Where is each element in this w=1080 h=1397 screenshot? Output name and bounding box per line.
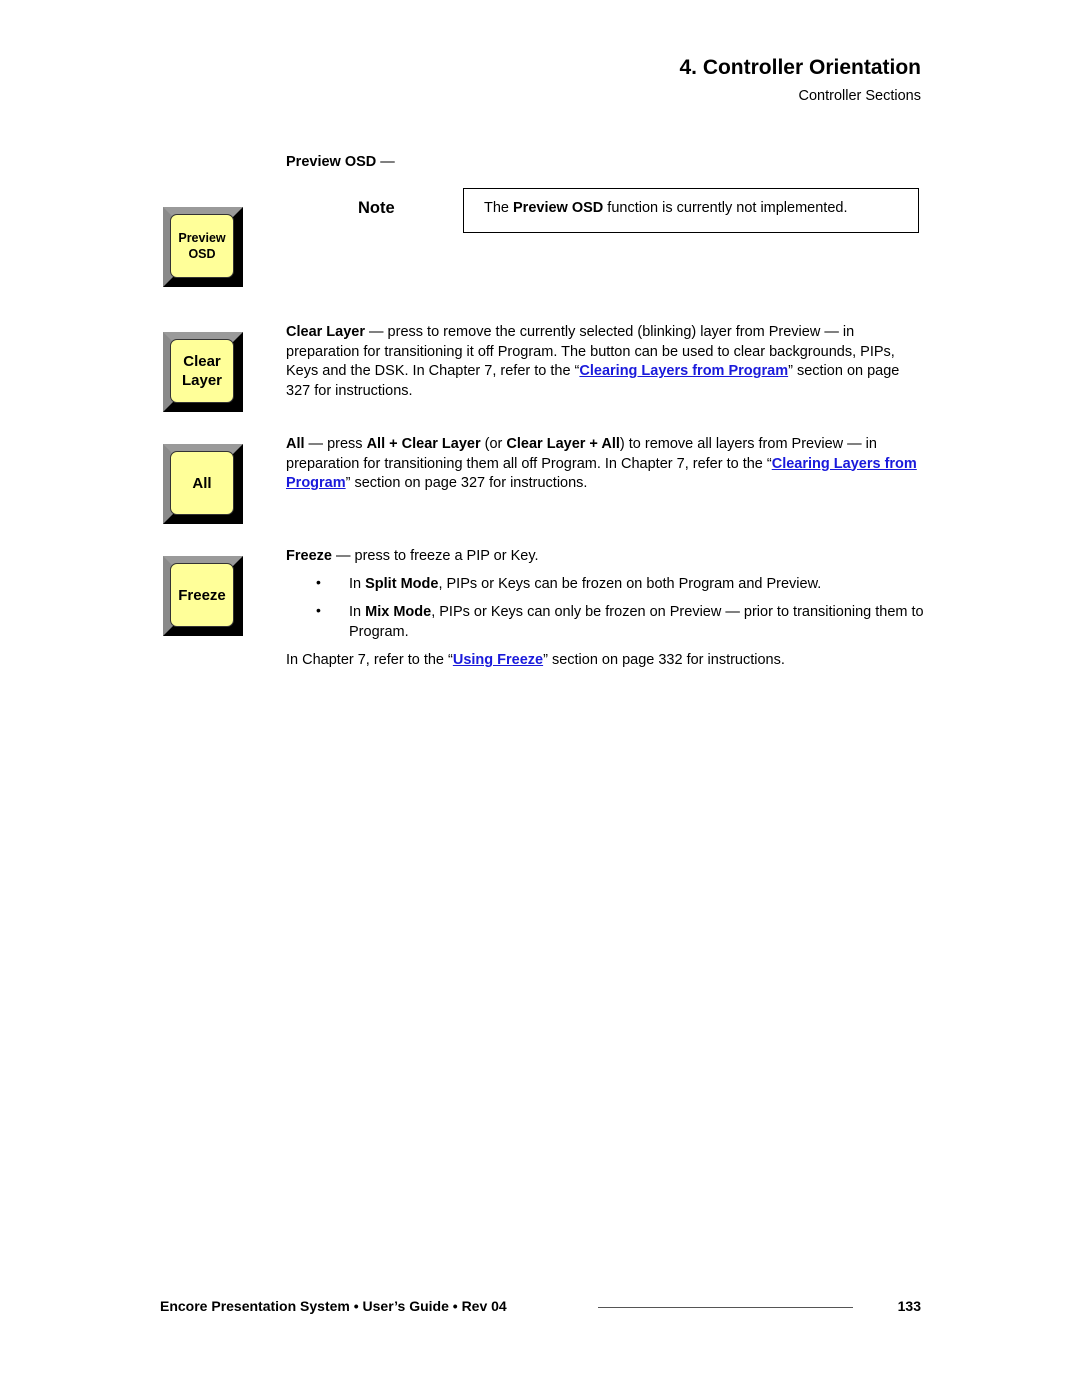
bullet-text: In	[349, 576, 366, 592]
paragraph-text: In Chapter 7, refer to the “	[286, 652, 453, 668]
preview-osd-term: Preview OSD	[286, 154, 377, 170]
note-box: The Preview OSD function is currently no…	[463, 188, 919, 233]
paragraph-text: ” section on page 332 for instructions.	[543, 652, 785, 668]
key-label-line2: Layer	[181, 372, 223, 389]
paragraph-text: ” section on page 327 for instructions.	[345, 475, 588, 491]
paragraph-text: (or	[480, 436, 507, 452]
note-text: function is currently not implemented.	[603, 200, 848, 216]
bold-text: All + Clear Layer	[366, 436, 481, 452]
clear-layer-term: Clear Layer	[286, 324, 365, 340]
footer-rule	[598, 1307, 853, 1308]
paragraph-text: — press to freeze a PIP or Key.	[331, 548, 539, 564]
freeze-paragraph: Freeze — press to freeze a PIP or Key.	[286, 547, 926, 567]
note-label: Note	[358, 199, 395, 217]
freeze-reference: In Chapter 7, refer to the “Using Freeze…	[286, 651, 926, 671]
clear-layer-key-image: Clear Layer	[163, 332, 243, 412]
preview-osd-key-image: Preview OSD	[163, 207, 243, 287]
preview-osd-key-face: Preview OSD	[170, 214, 234, 278]
bold-text: Clear Layer + All	[506, 436, 620, 452]
bullet-icon: •	[316, 574, 321, 590]
key-label-line1: Clear	[183, 353, 221, 370]
clear-layer-paragraph: Clear Layer — press to remove the curren…	[286, 323, 926, 401]
page-number: 133	[897, 1298, 921, 1314]
bullet-bold: Mix Mode	[365, 604, 432, 620]
freeze-bullet-item: In Split Mode, PIPs or Keys can be froze…	[349, 575, 929, 595]
freeze-bullet-item: In Mix Mode, PIPs or Keys can only be fr…	[349, 603, 929, 642]
freeze-key-face: Freeze	[170, 563, 234, 627]
note-text: The	[484, 200, 514, 216]
key-label-line1: All	[192, 474, 212, 492]
key-label-line2: OSD	[188, 247, 216, 261]
paragraph-text: — press	[304, 436, 367, 452]
key-label-line1: Preview	[178, 231, 226, 245]
clear-layer-key-face: Clear Layer	[170, 339, 234, 403]
clearing-layers-link[interactable]: Clearing Layers from Program	[579, 363, 788, 379]
freeze-term: Freeze	[286, 548, 332, 564]
section-title: Controller Sections	[798, 88, 922, 104]
footer-text: Encore Presentation System • User’s Guid…	[160, 1298, 507, 1314]
bullet-bold: Split Mode	[365, 576, 439, 592]
all-key-image: All	[163, 444, 243, 524]
all-term: All	[286, 436, 305, 452]
bullet-text: In	[349, 604, 366, 620]
preview-osd-heading: Preview OSD —	[286, 153, 926, 173]
note-bold: Preview OSD	[513, 200, 604, 216]
key-label-line1: Freeze	[178, 586, 226, 604]
all-paragraph: All — press All + Clear Layer (or Clear …	[286, 435, 926, 494]
bullet-text: , PIPs or Keys can be frozen on both Pro…	[438, 576, 822, 592]
chapter-title: 4. Controller Orientation	[679, 56, 921, 79]
all-key-face: All	[170, 451, 234, 515]
heading-dash: —	[376, 154, 395, 170]
using-freeze-link[interactable]: Using Freeze	[453, 652, 543, 668]
bullet-icon: •	[316, 602, 321, 618]
freeze-key-image: Freeze	[163, 556, 243, 636]
bullet-text: , PIPs or Keys can only be frozen on Pre…	[349, 604, 924, 640]
